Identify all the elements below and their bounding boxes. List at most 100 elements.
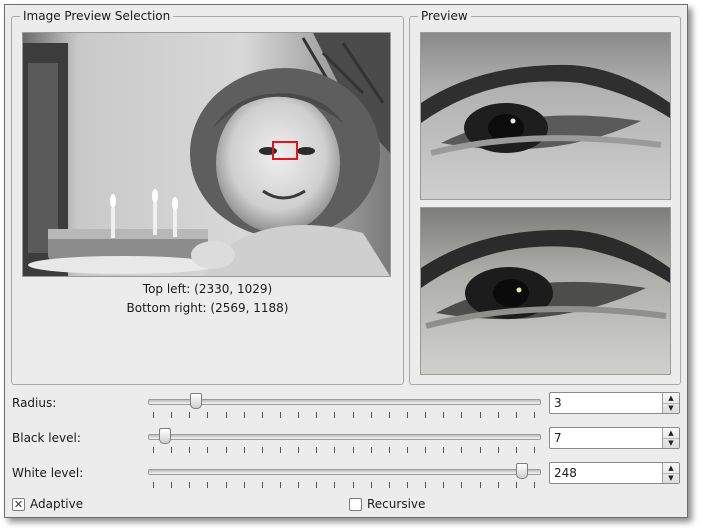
slider-tick bbox=[298, 447, 299, 453]
slider-tick bbox=[244, 412, 245, 418]
slider-track bbox=[148, 434, 541, 440]
slider-tick bbox=[353, 412, 354, 418]
arrow-down-icon[interactable]: ▼ bbox=[663, 403, 679, 413]
radius-label: Radius: bbox=[12, 396, 57, 410]
slider-tick bbox=[171, 482, 172, 488]
slider-tick bbox=[298, 412, 299, 418]
selection-rectangle[interactable] bbox=[272, 141, 298, 160]
black-level-spinbox[interactable]: 7 ▲ ▼ bbox=[549, 427, 680, 449]
slider-tick bbox=[516, 482, 517, 488]
slider-tick bbox=[244, 482, 245, 488]
slider-tick bbox=[280, 412, 281, 418]
radius-value[interactable]: 3 bbox=[554, 396, 562, 410]
original-preview bbox=[420, 32, 671, 200]
preview-group: Preview bbox=[409, 9, 681, 385]
spin-buttons: ▲ ▼ bbox=[662, 393, 679, 413]
group-title: Preview bbox=[418, 9, 471, 23]
slider-tick bbox=[207, 412, 208, 418]
slider-tick bbox=[371, 447, 372, 453]
slider-tick bbox=[461, 447, 462, 453]
slider-tick bbox=[316, 412, 317, 418]
original-eye-canvas bbox=[421, 33, 670, 199]
recursive-checkbox[interactable] bbox=[349, 498, 362, 511]
spin-buttons: ▲ ▼ bbox=[662, 463, 679, 483]
slider-tick bbox=[316, 447, 317, 453]
slider-tick bbox=[371, 412, 372, 418]
adaptive-checkbox[interactable]: ✕ bbox=[12, 498, 25, 511]
white-level-label: White level: bbox=[12, 466, 84, 480]
slider-tick bbox=[153, 482, 154, 488]
slider-tick bbox=[407, 482, 408, 488]
slider-tick bbox=[480, 447, 481, 453]
slider-tick bbox=[171, 412, 172, 418]
slider-tick bbox=[280, 447, 281, 453]
white-level-spinbox[interactable]: 248 ▲ ▼ bbox=[549, 462, 680, 484]
slider-tick bbox=[443, 412, 444, 418]
white-level-slider[interactable] bbox=[148, 463, 541, 495]
arrow-down-icon[interactable]: ▼ bbox=[663, 438, 679, 448]
slider-tick bbox=[226, 412, 227, 418]
slider-tick bbox=[498, 482, 499, 488]
slider-tick bbox=[407, 447, 408, 453]
slider-tick bbox=[226, 482, 227, 488]
slider-thumb[interactable] bbox=[159, 428, 171, 444]
slider-tick bbox=[207, 447, 208, 453]
slider-tick bbox=[262, 447, 263, 453]
slider-tick bbox=[461, 482, 462, 488]
slider-track bbox=[148, 469, 541, 475]
slider-tick bbox=[334, 482, 335, 488]
filtered-preview bbox=[420, 207, 671, 375]
slider-tick bbox=[407, 412, 408, 418]
image-preview-selection-group: Image Preview Selection Top left: (2330,… bbox=[11, 9, 404, 385]
slider-tick bbox=[189, 447, 190, 453]
slider-tick bbox=[316, 482, 317, 488]
adaptive-label[interactable]: Adaptive bbox=[30, 497, 83, 511]
slider-thumb[interactable] bbox=[190, 393, 202, 409]
black-level-value[interactable]: 7 bbox=[554, 431, 562, 445]
full-image-thumbnail[interactable] bbox=[22, 32, 391, 277]
slider-tick bbox=[244, 447, 245, 453]
slider-tick bbox=[461, 412, 462, 418]
slider-tick bbox=[153, 412, 154, 418]
slider-tick bbox=[389, 482, 390, 488]
dialog-window: Image Preview Selection Top left: (2330,… bbox=[4, 4, 688, 518]
slider-tick bbox=[498, 412, 499, 418]
slider-tick bbox=[189, 482, 190, 488]
radius-slider[interactable] bbox=[148, 393, 541, 425]
slider-tick bbox=[425, 482, 426, 488]
recursive-label[interactable]: Recursive bbox=[367, 497, 425, 511]
slider-tick bbox=[280, 482, 281, 488]
arrow-down-icon[interactable]: ▼ bbox=[663, 473, 679, 483]
slider-tick bbox=[334, 412, 335, 418]
slider-ticks bbox=[153, 412, 535, 420]
slider-ticks bbox=[153, 482, 535, 490]
slider-tick bbox=[425, 447, 426, 453]
slider-tick bbox=[534, 412, 535, 418]
slider-tick bbox=[207, 482, 208, 488]
slider-tick bbox=[534, 447, 535, 453]
black-level-label: Black level: bbox=[12, 431, 81, 445]
slider-tick bbox=[153, 447, 154, 453]
slider-tick bbox=[171, 447, 172, 453]
black-level-slider[interactable] bbox=[148, 428, 541, 460]
radius-spinbox[interactable]: 3 ▲ ▼ bbox=[549, 392, 680, 414]
slider-tick bbox=[480, 412, 481, 418]
slider-tick bbox=[498, 447, 499, 453]
slider-tick bbox=[443, 482, 444, 488]
slider-tick bbox=[298, 482, 299, 488]
slider-tick bbox=[443, 447, 444, 453]
slider-tick bbox=[334, 447, 335, 453]
slider-tick bbox=[353, 482, 354, 488]
slider-thumb[interactable] bbox=[516, 463, 528, 479]
slider-tick bbox=[353, 447, 354, 453]
slider-tick bbox=[516, 447, 517, 453]
bottom-right-coordinates: Bottom right: (2569, 1188) bbox=[126, 301, 289, 315]
slider-tick bbox=[371, 482, 372, 488]
slider-tick bbox=[226, 447, 227, 453]
slider-tick bbox=[189, 412, 190, 418]
slider-tick bbox=[262, 412, 263, 418]
white-level-value[interactable]: 248 bbox=[554, 466, 577, 480]
slider-tick bbox=[516, 412, 517, 418]
slider-tick bbox=[389, 412, 390, 418]
top-left-coordinates: Top left: (2330, 1029) bbox=[142, 282, 273, 296]
